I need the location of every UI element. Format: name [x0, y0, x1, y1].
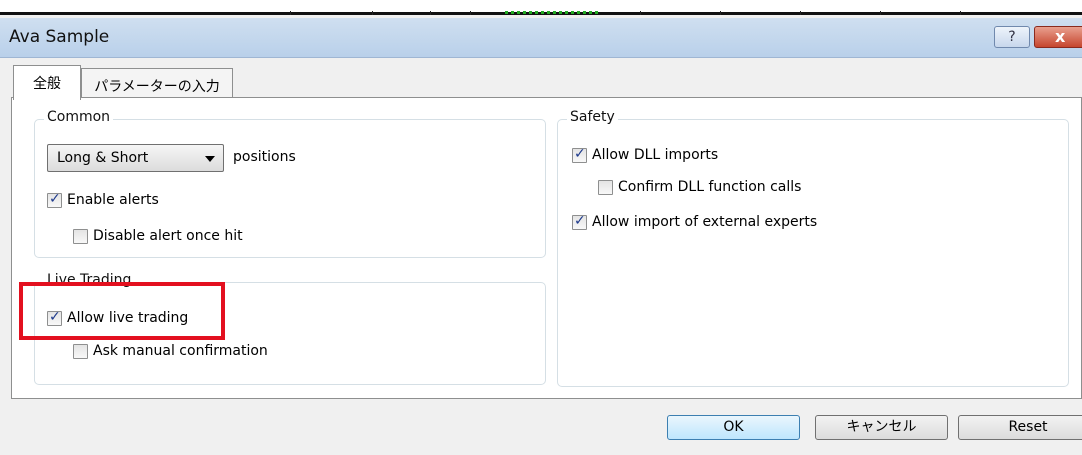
checkbox-checked-icon[interactable]	[572, 146, 587, 163]
dialog-title: Ava Sample	[9, 27, 110, 47]
confirm-dll-calls-checkbox[interactable]: Confirm DLL function calls	[598, 179, 801, 195]
checkbox-unchecked-icon[interactable]	[73, 228, 88, 244]
highlight-annotation-box	[19, 282, 225, 340]
confirm-dll-calls-label: Confirm DLL function calls	[618, 179, 802, 195]
tab-general[interactable]: 全般	[13, 65, 81, 100]
checkbox-unchecked-icon[interactable]	[598, 179, 613, 195]
positions-label: positions	[233, 149, 296, 165]
disable-alert-once-hit-label: Disable alert once hit	[93, 228, 243, 244]
positions-select-value: Long & Short	[57, 150, 149, 166]
allow-dll-imports-checkbox[interactable]: Allow DLL imports	[572, 146, 719, 163]
disable-alert-once-hit-checkbox[interactable]: Disable alert once hit	[73, 228, 243, 244]
common-group: Common Long & Short positions Enable ale…	[34, 109, 546, 258]
positions-select[interactable]: Long & Short	[47, 144, 224, 172]
dialog-titlebar[interactable]: Ava Sample ? x	[0, 18, 1082, 58]
checkbox-checked-icon[interactable]	[47, 191, 62, 208]
ask-manual-confirmation-label: Ask manual confirmation	[93, 343, 268, 359]
safety-group-label: Safety	[567, 109, 618, 125]
help-icon: ?	[1008, 29, 1016, 45]
ok-button[interactable]: OK	[667, 415, 800, 440]
common-group-label: Common	[44, 109, 114, 125]
allow-external-experts-label: Allow import of external experts	[592, 214, 818, 230]
chart-green-series	[505, 11, 600, 14]
help-button[interactable]: ?	[994, 26, 1030, 48]
ask-manual-confirmation-checkbox[interactable]: Ask manual confirmation	[73, 343, 268, 359]
reset-button[interactable]: Reset	[958, 415, 1082, 440]
close-icon: x	[1055, 27, 1066, 46]
cancel-button[interactable]: キャンセル	[815, 415, 948, 440]
allow-external-experts-checkbox[interactable]: Allow import of external experts	[572, 213, 818, 230]
enable-alerts-checkbox[interactable]: Enable alerts	[47, 191, 159, 208]
tab-parameters[interactable]: パラメーターの入力	[81, 68, 233, 98]
allow-dll-imports-label: Allow DLL imports	[592, 147, 719, 163]
tab-panel-general: Common Long & Short positions Enable ale…	[11, 97, 1082, 399]
background-chart-strip	[0, 0, 1082, 15]
chevron-down-icon	[205, 156, 215, 162]
safety-group: Safety Allow DLL imports Confirm DLL fun…	[557, 109, 1069, 387]
checkbox-unchecked-icon[interactable]	[73, 343, 88, 359]
close-button[interactable]: x	[1034, 26, 1082, 48]
checkbox-checked-icon[interactable]	[572, 213, 587, 230]
enable-alerts-label: Enable alerts	[67, 192, 159, 208]
